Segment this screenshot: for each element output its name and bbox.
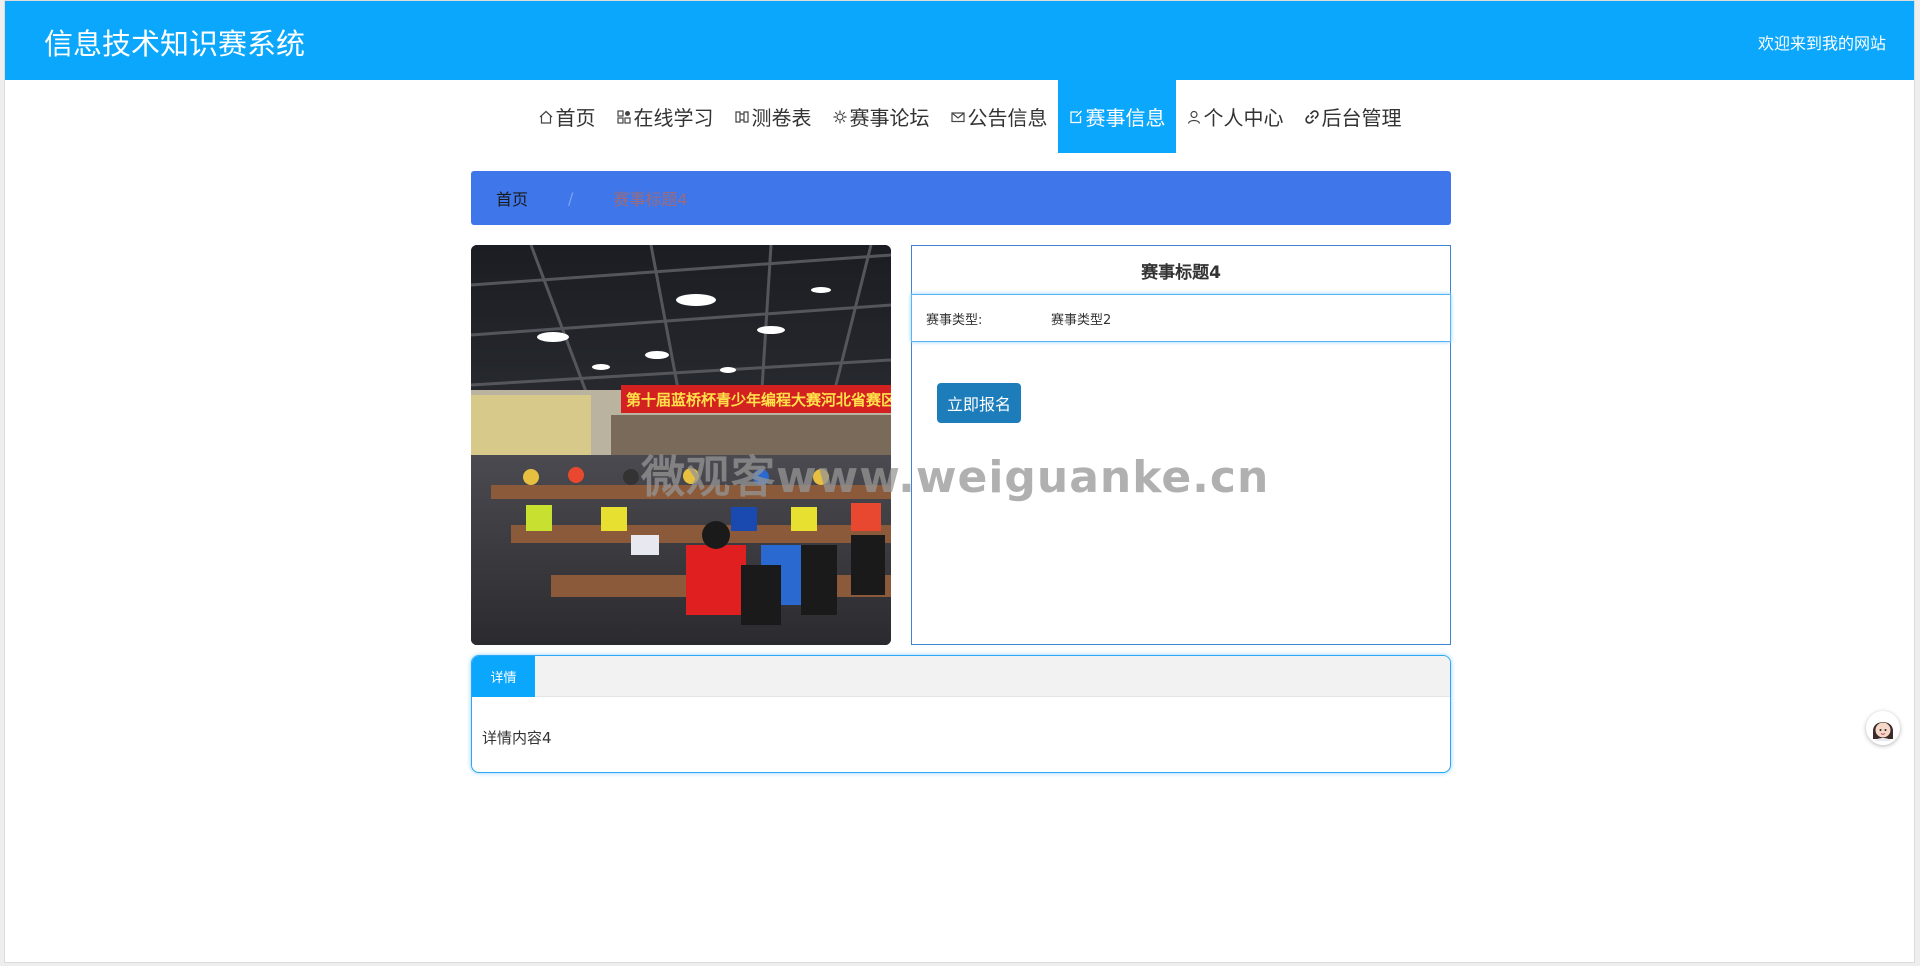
welcome-text: 欢迎来到我的网站 <box>1757 34 1886 53</box>
site-title: 信息技术知识赛系统 <box>44 27 306 61</box>
link-icon <box>1304 109 1320 125</box>
nav-item-label: 测卷表 <box>751 106 812 130</box>
event-title: 赛事标题4 <box>1141 262 1221 283</box>
nav-item-label: 赛事信息 <box>1085 106 1166 130</box>
tab-details[interactable]: 详情 <box>472 656 535 697</box>
nav-item-label: 个人中心 <box>1203 106 1284 130</box>
breadcrumb: 首页 / 赛事标题4 <box>471 171 1451 225</box>
nav-item-label: 后台管理 <box>1321 106 1402 130</box>
event-photo: 第十届蓝桥杯青少年编程大赛河北省赛区二考 <box>471 245 891 645</box>
nav-item-event-info[interactable]: 赛事信息 <box>1057 80 1176 153</box>
user-icon <box>1186 109 1202 125</box>
nav-item-label: 公告信息 <box>967 106 1048 130</box>
book-icon <box>734 109 750 125</box>
details-content: 详情内容4 <box>482 729 552 747</box>
breadcrumb-current: 赛事标题4 <box>613 190 688 209</box>
event-info-panel: 赛事标题4 赛事类型: 赛事类型2 立即报名 <box>911 245 1451 645</box>
details-tab-bar: 详情 <box>472 656 1450 697</box>
page-frame: 信息技术知识赛系统 欢迎来到我的网站 首页 在线学习 测卷表 赛事论坛 公告信息… <box>4 0 1915 963</box>
mail-icon <box>950 109 966 125</box>
event-type-row: 赛事类型: 赛事类型2 <box>911 294 1451 342</box>
event-type-value: 赛事类型2 <box>1051 312 1112 328</box>
nav-item-test[interactable]: 测卷表 <box>724 80 822 153</box>
edit-icon <box>1068 109 1084 125</box>
nav-item-profile[interactable]: 个人中心 <box>1176 80 1294 153</box>
assistant-avatar[interactable] <box>1866 711 1900 745</box>
nav-item-admin[interactable]: 后台管理 <box>1294 80 1412 153</box>
nav-item-label: 首页 <box>555 106 596 130</box>
nav-item-notice[interactable]: 公告信息 <box>940 80 1058 153</box>
nav-item-study[interactable]: 在线学习 <box>606 80 724 153</box>
nav-item-forum[interactable]: 赛事论坛 <box>822 80 940 153</box>
event-type-label: 赛事类型: <box>926 312 983 328</box>
nav-item-home[interactable]: 首页 <box>528 80 606 153</box>
grid-icon <box>616 109 632 125</box>
nav-item-label: 在线学习 <box>633 106 714 130</box>
banner-text: 第十届蓝桥杯青少年编程大赛河北省赛区二考 <box>626 391 891 409</box>
breadcrumb-separator: / <box>568 188 574 208</box>
site-header: 信息技术知识赛系统 欢迎来到我的网站 <box>5 1 1914 80</box>
details-panel: 详情 详情内容4 <box>471 655 1451 773</box>
avatar-icon <box>1866 711 1900 745</box>
main-nav: 首页 在线学习 测卷表 赛事论坛 公告信息 赛事信息 个人中心 后台管理 <box>5 80 1914 153</box>
home-icon <box>538 109 554 125</box>
breadcrumb-home-link[interactable]: 首页 <box>496 186 528 210</box>
nav-item-label: 赛事论坛 <box>849 106 930 130</box>
signup-button[interactable]: 立即报名 <box>937 383 1021 423</box>
gear-icon <box>832 109 848 125</box>
